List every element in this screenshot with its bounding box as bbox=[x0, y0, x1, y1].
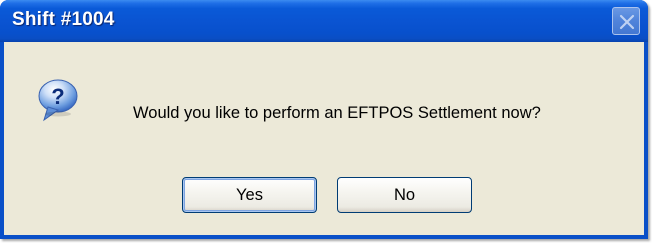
no-button[interactable]: No bbox=[337, 177, 472, 213]
question-icon: ? bbox=[34, 76, 82, 124]
dialog-message: Would you like to perform an EFTPOS Sett… bbox=[133, 104, 541, 122]
yes-button[interactable]: Yes bbox=[182, 177, 317, 213]
title-bar[interactable]: Shift #1004 bbox=[0, 0, 648, 42]
dialog-body: ? Would you like to perform an EFTPOS Se… bbox=[4, 42, 644, 235]
close-icon bbox=[619, 14, 635, 30]
window-title: Shift #1004 bbox=[12, 9, 115, 30]
dialog-window: Shift #1004 ? Would you like to perform … bbox=[0, 0, 648, 239]
svg-text:?: ? bbox=[51, 84, 64, 109]
close-button[interactable] bbox=[612, 7, 640, 35]
